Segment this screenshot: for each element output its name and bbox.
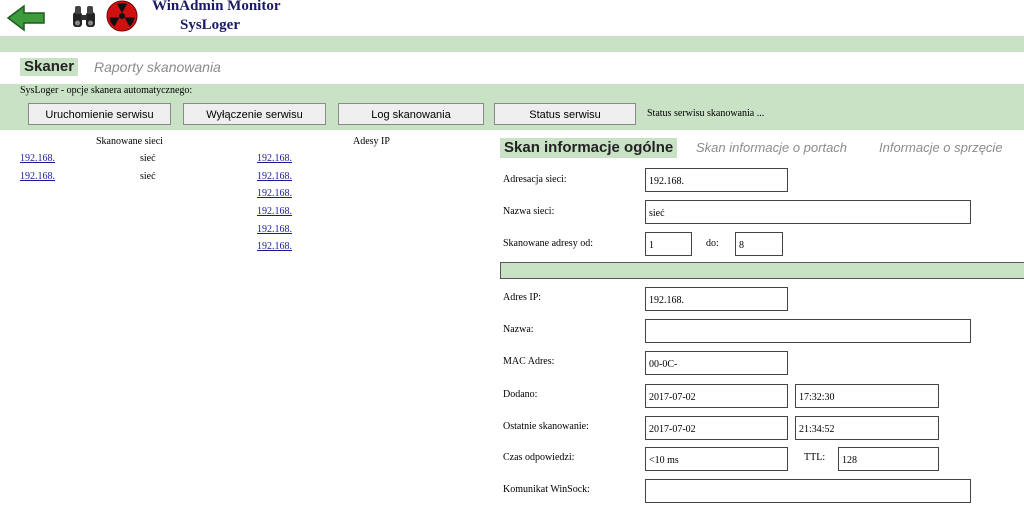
host-name-field[interactable] (645, 319, 971, 343)
ip-link[interactable]: 192.168. (257, 188, 292, 200)
network-name-label: Nazwa sieci: (503, 206, 555, 217)
network-link[interactable]: 192.168. (20, 153, 55, 165)
response-time-field[interactable]: <10 ms (645, 447, 788, 471)
mac-address-field[interactable]: 00-0C- (645, 351, 788, 375)
header-band (0, 36, 1024, 52)
service-options-label: SysLoger - opcje skanera automatycznego: (20, 85, 193, 96)
ip-address-label: Adres IP: (503, 292, 542, 303)
last-scan-label: Ostatnie skanowanie: (503, 421, 589, 432)
range-from-field[interactable]: 1 (645, 232, 692, 256)
app-title: WinAdmin Monitor (152, 0, 281, 14)
network-link[interactable]: 192.168. (20, 171, 55, 183)
start-service-button[interactable]: Uruchomienie serwisu (28, 103, 171, 125)
ip-address-field[interactable]: 192.168. (645, 287, 788, 311)
range-to-field[interactable]: 8 (735, 232, 783, 256)
ip-link[interactable]: 192.168. (257, 153, 292, 165)
ttl-label: TTL: (804, 452, 826, 463)
mac-address-label: MAC Adres: (503, 356, 555, 367)
last-scan-date-field[interactable]: 2017-07-02 (645, 416, 788, 440)
host-name-label: Nazwa: (503, 324, 534, 335)
added-time-field[interactable]: 17:32:30 (795, 384, 939, 408)
winsock-message-field[interactable] (645, 479, 971, 503)
network-address-label: Adresacja sieci: (503, 174, 567, 185)
tab-hardware-info[interactable]: Informacje o sprzęcie (879, 139, 1003, 157)
winsock-message-label: Komunikat WinSock: (503, 484, 590, 495)
scan-log-button[interactable]: Log skanowania (338, 103, 484, 125)
ip-link[interactable]: 192.168. (257, 206, 292, 218)
ip-link[interactable]: 192.168. (257, 224, 292, 236)
tab-raporty-skanowania[interactable]: Raporty skanowania (94, 58, 221, 76)
tab-scan-ports[interactable]: Skan informacje o portach (696, 139, 847, 157)
network-address-field[interactable]: 192.168. (645, 168, 788, 192)
scanned-networks-header: Skanowane sieci (96, 136, 163, 147)
ttl-field[interactable]: 128 (838, 447, 939, 471)
tab-skaner[interactable]: Skaner (20, 58, 79, 76)
scan-range-label: Skanowane adresy od: (503, 238, 593, 249)
range-to-label: do: (706, 238, 719, 249)
ip-link[interactable]: 192.168. (257, 241, 292, 253)
ip-link[interactable]: 192.168. (257, 171, 292, 183)
last-scan-time-field[interactable]: 21:34:52 (795, 416, 939, 440)
service-status-button[interactable]: Status serwisu (494, 103, 636, 125)
added-date-field[interactable]: 2017-07-02 (645, 384, 788, 408)
added-label: Dodano: (503, 389, 538, 400)
network-name: sieć (140, 153, 156, 164)
tab-scan-general[interactable]: Skan informacje ogólne (500, 138, 678, 158)
radiation-icon[interactable] (106, 0, 138, 32)
response-time-label: Czas odpowiedzi: (503, 452, 575, 463)
service-status-text: Status serwisu skanowania ... (647, 108, 765, 119)
ip-addresses-header: Adesy IP (353, 136, 390, 147)
network-name: sieć (140, 171, 156, 182)
network-name-field[interactable]: sieć (645, 200, 971, 224)
section-separator-band (500, 262, 1024, 279)
stop-service-button[interactable]: Wyłączenie serwisu (183, 103, 326, 125)
app-subtitle: SysLoger (180, 17, 240, 33)
back-arrow-icon[interactable] (6, 4, 46, 32)
binoculars-icon[interactable] (70, 4, 98, 30)
